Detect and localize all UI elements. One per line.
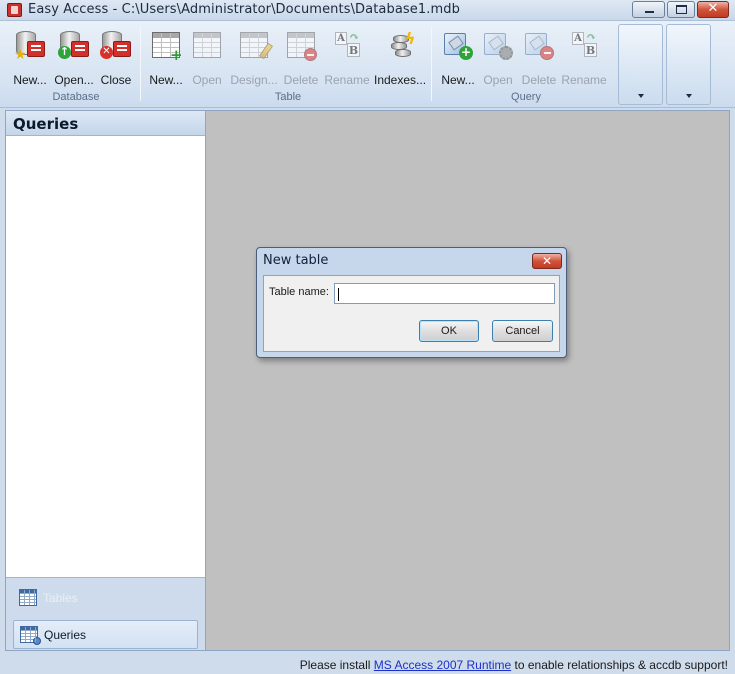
- query-icon: [20, 626, 41, 645]
- ok-button[interactable]: OK: [419, 320, 479, 342]
- database-new-label: New...: [13, 73, 47, 87]
- query-delete-button[interactable]: Delete: [521, 27, 557, 91]
- nav-section-switcher: Tables Queries: [6, 577, 205, 650]
- table-indexes-label: Indexes...: [374, 73, 427, 87]
- database-new-icon: ★: [14, 29, 46, 63]
- nav-item-tables[interactable]: Tables: [13, 584, 198, 613]
- group-label-table: Table: [274, 91, 302, 103]
- table-design-label: Design...: [230, 73, 278, 87]
- text-caret: [338, 288, 339, 301]
- ribbon-separator: [431, 27, 432, 101]
- query-new-icon: +: [442, 29, 474, 61]
- table-name-label: Table name:: [269, 286, 329, 298]
- database-new-button[interactable]: ★ New...: [12, 27, 48, 91]
- cancel-button[interactable]: Cancel: [492, 320, 553, 342]
- table-rename-button[interactable]: A B ↷ Rename: [324, 27, 369, 91]
- table-open-icon: [191, 29, 223, 61]
- table-indexes-button[interactable]: ϟ Indexes...: [374, 27, 426, 91]
- ribbon-dropdown-button-1[interactable]: [618, 24, 663, 105]
- query-open-button[interactable]: Open: [481, 27, 515, 91]
- table-new-button[interactable]: + New...: [149, 27, 183, 91]
- ribbon-separator: [140, 27, 141, 101]
- window-close-button[interactable]: ✕: [697, 1, 729, 18]
- status-bar: Please install MS Access 2007 Runtime to…: [0, 652, 735, 674]
- query-delete-label: Delete: [521, 73, 557, 87]
- rename-icon: A B ↷: [568, 29, 600, 61]
- database-close-icon: ✕: [100, 29, 132, 61]
- status-message: Please install MS Access 2007 Runtime to…: [300, 658, 728, 672]
- table-delete-icon: [285, 29, 317, 61]
- ribbon: ★ New... ↑ Open... ✕ Close Database + Ne…: [0, 21, 735, 108]
- window-title: Easy Access - C:\Users\Administrator\Doc…: [28, 2, 460, 17]
- runtime-download-link[interactable]: MS Access 2007 Runtime: [374, 658, 511, 672]
- dialog-title: New table: [263, 253, 329, 268]
- dialog-close-button[interactable]: ✕: [532, 253, 562, 269]
- chevron-down-icon: [637, 94, 644, 98]
- new-table-dialog: New table ✕ Table name: OK Cancel: [256, 247, 567, 358]
- minimize-button[interactable]: [632, 1, 665, 18]
- database-open-button[interactable]: ↑ Open...: [54, 27, 94, 91]
- table-new-label: New...: [149, 73, 183, 87]
- query-list[interactable]: [6, 136, 205, 577]
- group-label-database: Database: [52, 91, 100, 103]
- table-delete-label: Delete: [283, 73, 319, 87]
- navigation-pane: Queries Tables Queries: [5, 110, 206, 651]
- table-rename-label: Rename: [324, 73, 370, 87]
- chevron-down-icon: [685, 94, 692, 98]
- indexes-icon: ϟ: [384, 29, 416, 61]
- app-icon: [7, 3, 22, 17]
- table-open-label: Open: [192, 73, 222, 87]
- table-open-button[interactable]: Open: [190, 27, 224, 91]
- status-suffix: to enable relationships & accdb support!: [511, 658, 728, 672]
- database-open-label: Open...: [54, 73, 94, 87]
- minimize-icon: [645, 11, 654, 13]
- table-design-button[interactable]: Design...: [230, 27, 278, 91]
- nav-item-queries[interactable]: Queries: [13, 620, 198, 649]
- dialog-body: Table name: OK Cancel: [263, 275, 560, 352]
- close-icon: ✕: [541, 254, 553, 268]
- nav-item-queries-label: Queries: [44, 628, 87, 642]
- title-bar: Easy Access - C:\Users\Administrator\Doc…: [0, 0, 735, 21]
- ribbon-dropdown-button-2[interactable]: [666, 24, 711, 105]
- table-icon: [19, 589, 37, 606]
- status-prefix: Please install: [299, 658, 374, 672]
- query-rename-label: Rename: [561, 73, 607, 87]
- table-delete-button[interactable]: Delete: [284, 27, 318, 91]
- query-open-icon: [482, 29, 514, 61]
- query-rename-button[interactable]: A B ↷ Rename: [561, 27, 606, 91]
- maximize-button[interactable]: [667, 1, 695, 18]
- workspace-area: [206, 110, 730, 651]
- database-close-button[interactable]: ✕ Close: [99, 27, 133, 91]
- database-close-label: Close: [100, 73, 132, 87]
- maximize-icon: [676, 5, 687, 14]
- close-icon: ✕: [707, 1, 719, 16]
- table-new-icon: +: [150, 29, 183, 63]
- nav-item-tables-label: Tables: [43, 591, 78, 605]
- query-new-button[interactable]: + New...: [440, 27, 476, 91]
- nav-pane-header: Queries: [6, 111, 205, 136]
- group-label-query: Query: [511, 91, 541, 103]
- table-name-input[interactable]: [334, 283, 555, 304]
- query-delete-icon: [523, 29, 555, 61]
- table-design-icon: [238, 29, 274, 61]
- rename-icon: A B ↷: [331, 29, 363, 61]
- database-open-icon: ↑: [58, 29, 90, 61]
